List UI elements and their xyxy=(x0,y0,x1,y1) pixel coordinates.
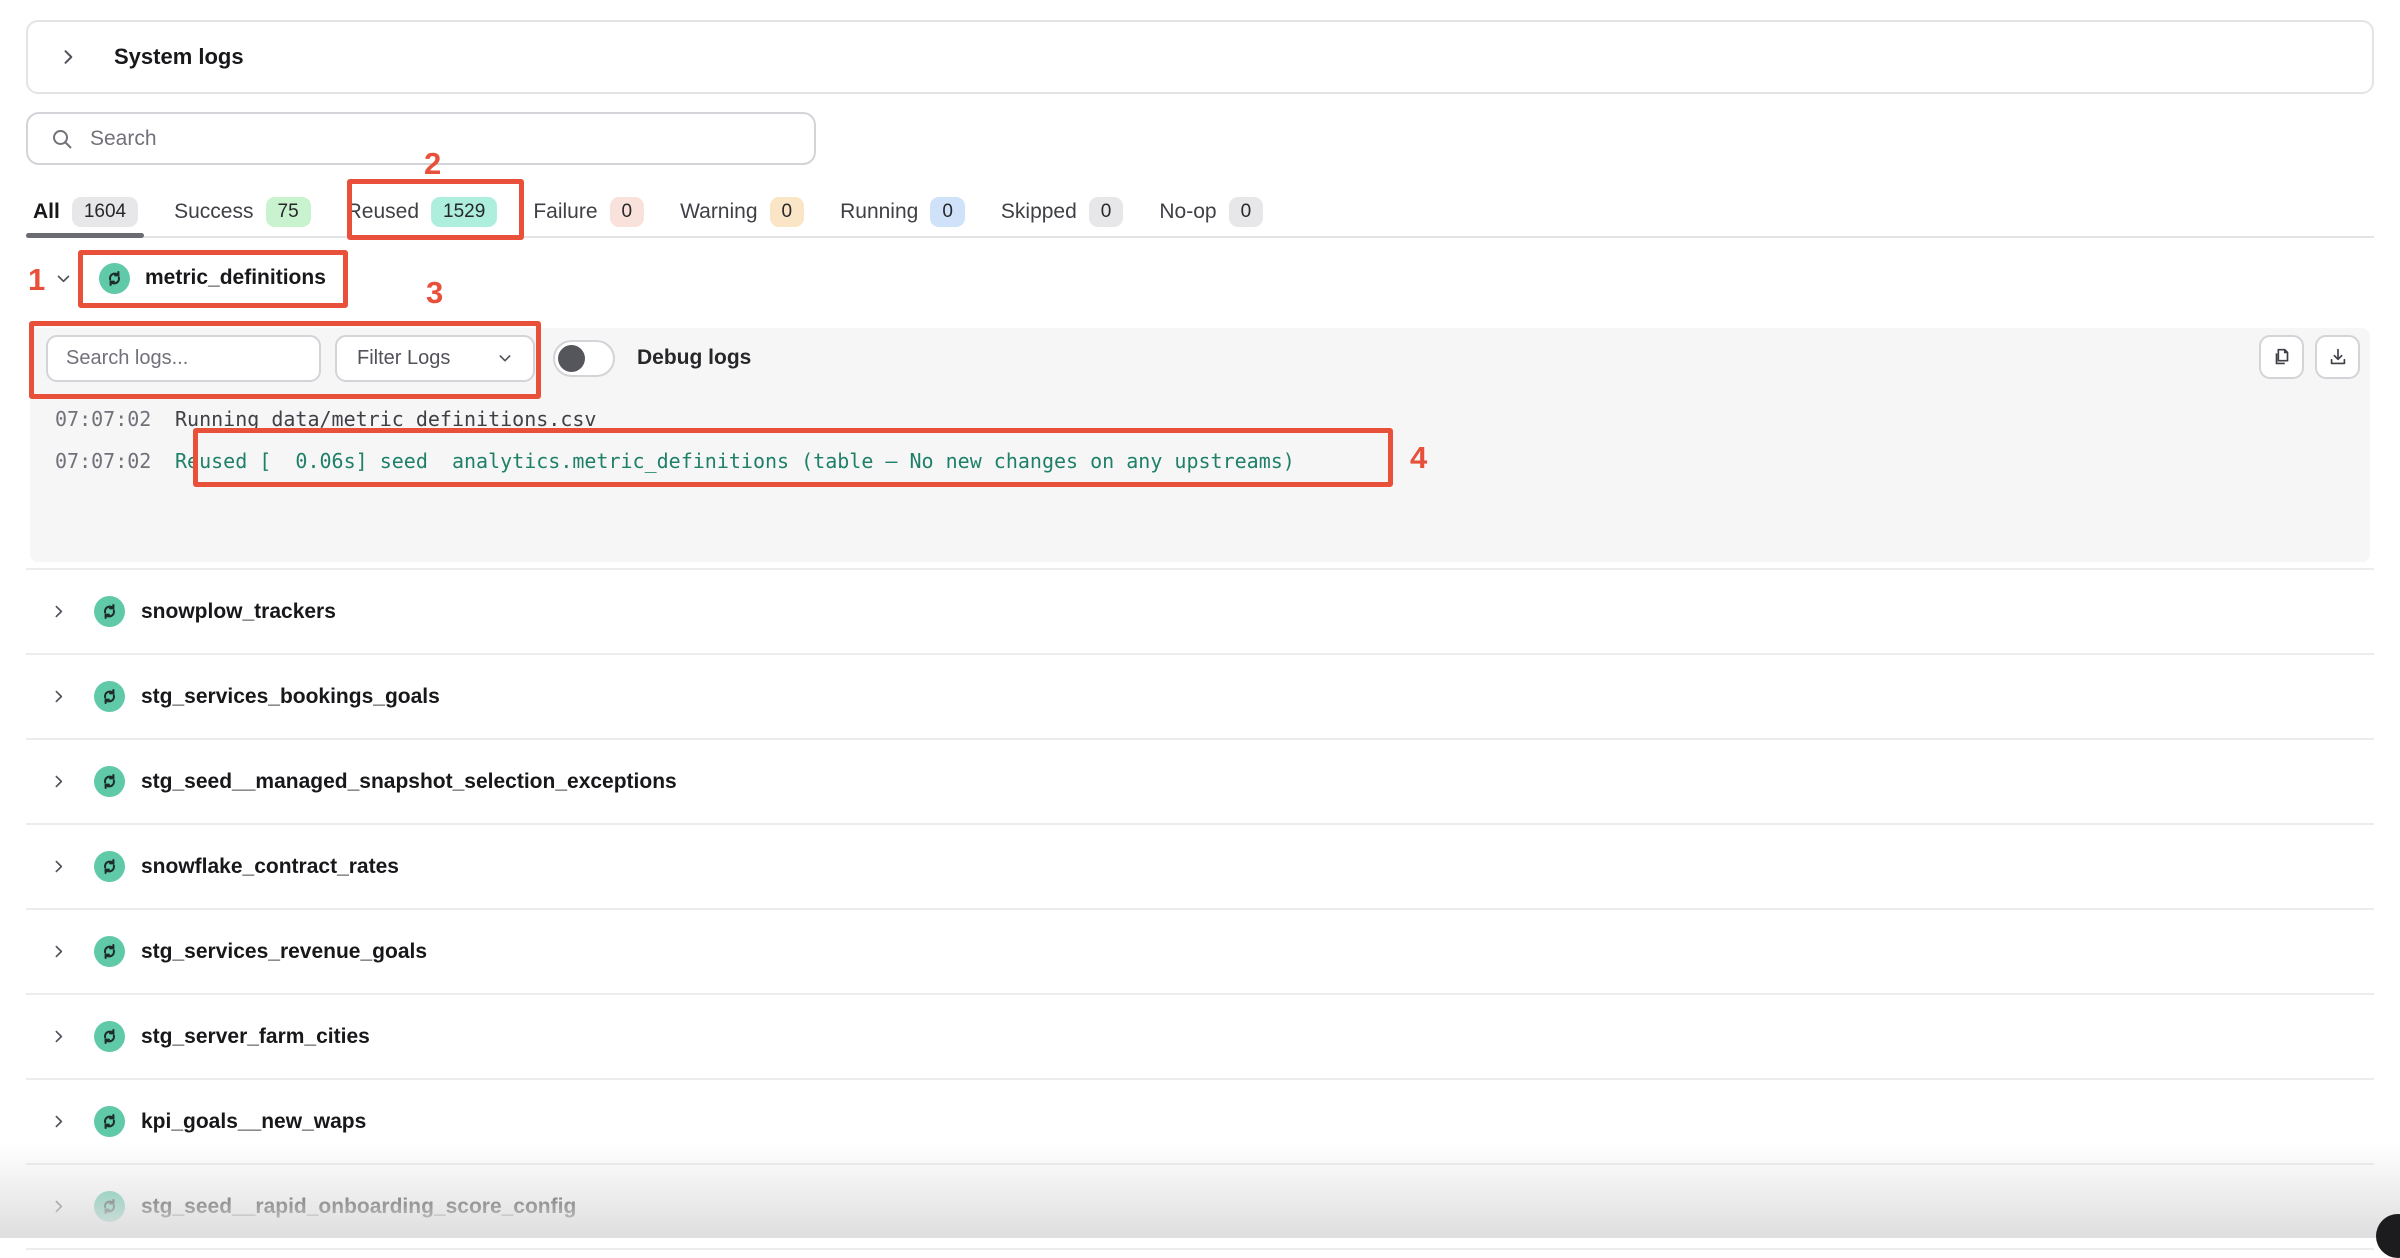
reused-status-icon xyxy=(94,851,125,882)
log-timestamp: 07:07:02 xyxy=(30,449,175,473)
log-message: Running data/metric_definitions.csv xyxy=(175,407,596,431)
run-row[interactable]: kpi_goals__new_waps xyxy=(26,1080,2374,1165)
tab-label: Success xyxy=(174,200,253,224)
chevron-down-icon[interactable] xyxy=(55,270,72,287)
run-row[interactable]: stg_services_revenue_goals xyxy=(26,910,2374,995)
reused-status-icon xyxy=(94,1106,125,1137)
chevron-right-icon[interactable] xyxy=(50,858,67,875)
chevron-right-icon[interactable] xyxy=(50,688,67,705)
run-row[interactable]: stg_seed__rapid_onboarding_score_config xyxy=(26,1165,2374,1250)
page-title: System logs xyxy=(114,44,244,70)
tab-label: Warning xyxy=(680,200,757,224)
run-name: stg_seed__rapid_onboarding_score_config xyxy=(141,1195,576,1219)
run-name: snowflake_contract_rates xyxy=(141,855,399,879)
download-icon xyxy=(2327,346,2349,368)
filter-logs-dropdown[interactable]: Filter Logs xyxy=(335,335,535,382)
log-message: Reused [ 0.06s] seed analytics.metric_de… xyxy=(175,449,1295,473)
chevron-right-icon[interactable] xyxy=(58,47,78,67)
reused-status-icon xyxy=(94,681,125,712)
download-logs-button[interactable] xyxy=(2315,335,2360,379)
status-tab[interactable]: No-op 0 xyxy=(1159,188,1263,236)
tab-label: No-op xyxy=(1159,200,1216,224)
reused-status-icon xyxy=(94,1021,125,1052)
status-tab[interactable]: Reused 1529 xyxy=(347,188,498,236)
copy-logs-button[interactable] xyxy=(2259,335,2304,379)
global-search[interactable] xyxy=(26,112,816,165)
tab-count-badge: 75 xyxy=(266,197,311,228)
annotation-number-3: 3 xyxy=(426,275,443,311)
status-tab[interactable]: Warning 0 xyxy=(680,188,804,236)
log-output: 07:07:02 Running data/metric_definitions… xyxy=(30,398,2370,482)
run-row[interactable]: stg_services_bookings_goals xyxy=(26,655,2374,740)
run-name: stg_services_bookings_goals xyxy=(141,685,440,709)
run-name: snowplow_trackers xyxy=(141,600,336,624)
tab-label: Reused xyxy=(347,200,419,224)
status-tab[interactable]: Skipped 0 xyxy=(1001,188,1123,236)
chevron-right-icon[interactable] xyxy=(50,773,67,790)
tab-label: Running xyxy=(840,200,918,224)
chevron-right-icon[interactable] xyxy=(50,1113,67,1130)
run-row[interactable]: stg_server_farm_cities xyxy=(26,995,2374,1080)
status-tabs: All 1604 Success 75 Reused 1529 Failure … xyxy=(26,188,2374,238)
run-row[interactable]: stg_seed__managed_snapshot_selection_exc… xyxy=(26,740,2374,825)
filter-logs-label: Filter Logs xyxy=(357,347,450,370)
run-row[interactable]: snowplow_trackers xyxy=(26,570,2374,655)
run-name: stg_seed__managed_snapshot_selection_exc… xyxy=(141,770,677,794)
chevron-right-icon[interactable] xyxy=(50,1198,67,1215)
reused-status-icon xyxy=(94,596,125,627)
tab-label: Failure xyxy=(533,200,597,224)
debug-logs-label: Debug logs xyxy=(637,346,751,370)
log-toolbar: Filter Logs Debug logs xyxy=(30,328,2370,388)
reused-status-icon xyxy=(99,263,130,294)
chevron-right-icon[interactable] xyxy=(50,603,67,620)
expanded-run-name: metric_definitions xyxy=(145,266,326,290)
reused-status-icon xyxy=(94,936,125,967)
log-panel: Filter Logs Debug logs 07:07:02 Running … xyxy=(30,328,2370,562)
debug-logs-toggle[interactable] xyxy=(553,340,615,377)
log-line: 07:07:02 Running data/metric_definitions… xyxy=(30,398,2370,440)
expanded-run-row[interactable]: metric_definitions xyxy=(26,248,326,308)
log-timestamp: 07:07:02 xyxy=(30,407,175,431)
run-name: stg_server_farm_cities xyxy=(141,1025,370,1049)
status-tab[interactable]: Success 75 xyxy=(174,188,311,236)
corner-artifact xyxy=(2376,1214,2400,1258)
system-logs-header[interactable]: System logs xyxy=(26,20,2374,94)
run-row[interactable]: snowflake_contract_rates xyxy=(26,825,2374,910)
log-line: 07:07:02 Reused [ 0.06s] seed analytics.… xyxy=(30,440,2370,482)
toggle-knob xyxy=(558,345,585,372)
chevron-right-icon[interactable] xyxy=(50,943,67,960)
tab-count-badge: 1604 xyxy=(72,197,138,228)
log-search-input[interactable] xyxy=(66,347,301,370)
chevron-down-icon xyxy=(497,350,513,366)
run-list: snowplow_trackers stg_services_bookings_… xyxy=(26,568,2374,1250)
tab-label: Skipped xyxy=(1001,200,1077,224)
tab-count-badge: 0 xyxy=(1229,197,1264,228)
tab-label: All xyxy=(33,200,60,224)
status-tab[interactable]: Failure 0 xyxy=(533,188,644,236)
log-actions xyxy=(2259,335,2360,379)
status-tab[interactable]: All 1604 xyxy=(33,188,138,236)
reused-status-icon xyxy=(94,1191,125,1222)
search-input[interactable] xyxy=(90,127,770,151)
log-search-box[interactable] xyxy=(46,335,321,382)
tab-count-badge: 0 xyxy=(770,197,805,228)
status-tab[interactable]: Running 0 xyxy=(840,188,965,236)
search-icon xyxy=(50,127,74,151)
tab-count-badge: 0 xyxy=(930,197,965,228)
chevron-right-icon[interactable] xyxy=(50,1028,67,1045)
copy-icon xyxy=(2271,346,2293,368)
tab-count-badge: 1529 xyxy=(431,197,497,228)
reused-status-icon xyxy=(94,766,125,797)
tab-count-badge: 0 xyxy=(610,197,645,228)
run-name: stg_services_revenue_goals xyxy=(141,940,427,964)
tab-count-badge: 0 xyxy=(1089,197,1124,228)
run-name: kpi_goals__new_waps xyxy=(141,1110,366,1134)
